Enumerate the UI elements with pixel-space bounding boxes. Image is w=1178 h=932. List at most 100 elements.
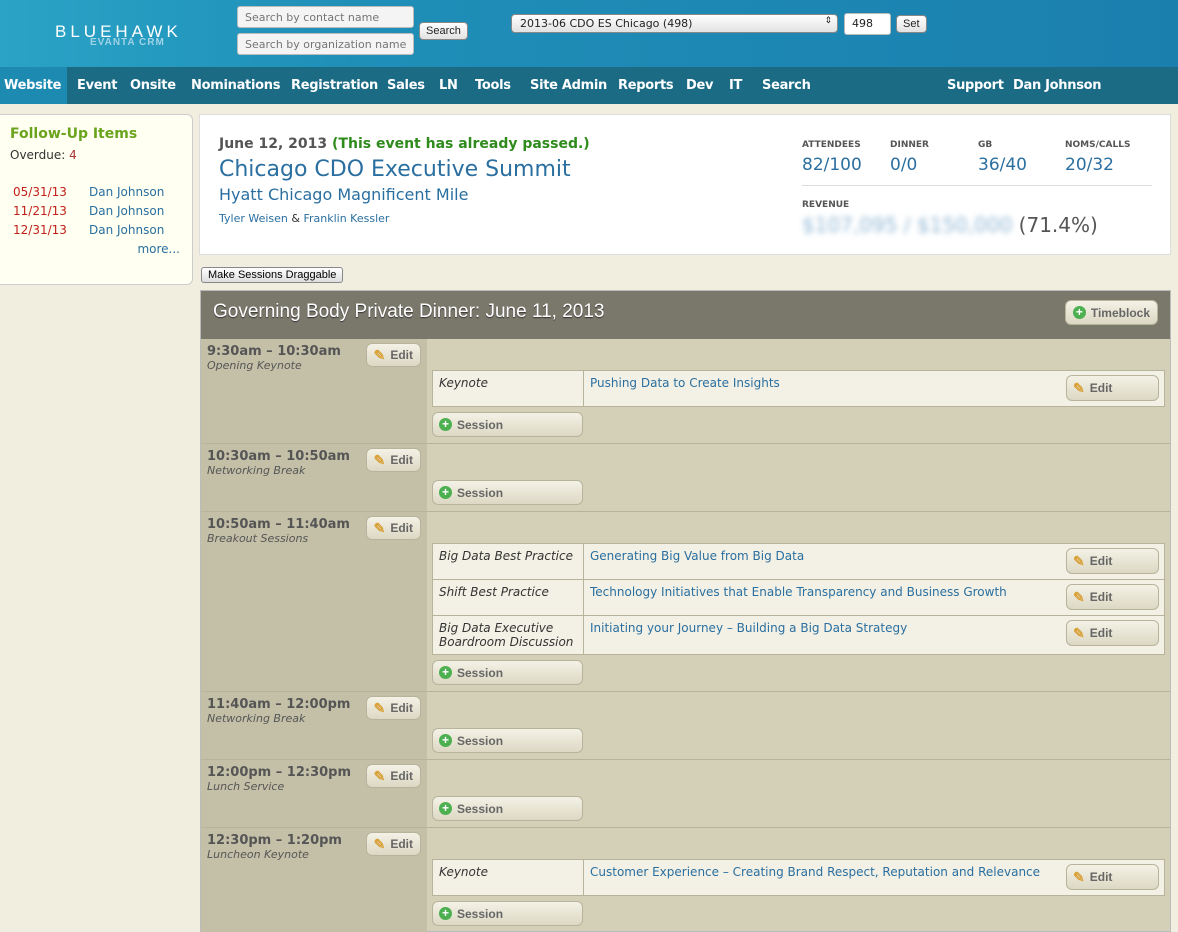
add-session-button[interactable]: + Session	[432, 901, 583, 926]
event-select[interactable]: 2013-06 CDO ES Chicago (498) ⇕	[511, 14, 838, 33]
session-label: Session	[457, 906, 504, 921]
timeblock-info: 11:40am – 12:00pm Networking Break ✎ Edit	[201, 692, 427, 759]
follow-up-title: Follow-Up Items	[10, 126, 138, 142]
edit-session-button[interactable]: ✎ Edit	[1066, 548, 1159, 574]
add-session-button[interactable]: + Session	[432, 728, 583, 753]
event-person-1[interactable]: Tyler Weisen	[219, 212, 288, 225]
session-label: Session	[457, 417, 504, 432]
nav-sales[interactable]: Sales	[387, 67, 425, 104]
plus-icon: +	[439, 418, 452, 431]
nav-website[interactable]: Website	[0, 67, 67, 104]
nav-search[interactable]: Search	[762, 67, 811, 104]
session-table: Keynote Customer Experience – Creating Br…	[432, 859, 1165, 896]
nav-registration[interactable]: Registration	[291, 67, 378, 104]
add-session-button[interactable]: + Session	[432, 480, 583, 505]
make-sessions-draggable-button[interactable]: Make Sessions Draggable	[201, 267, 344, 283]
nav-reports[interactable]: Reports	[618, 67, 674, 104]
nav-event[interactable]: Event	[77, 67, 117, 104]
follow-up-item[interactable]: 12/31/13 Dan Johnson	[13, 221, 164, 240]
session-title-link[interactable]: Initiating your Journey – Building a Big…	[590, 621, 907, 635]
edit-timeblock-button[interactable]: ✎ Edit	[365, 516, 421, 540]
follow-up-date: 11/21/13	[13, 204, 67, 218]
add-timeblock-button[interactable]: + Timeblock	[1064, 300, 1158, 325]
nav-tools[interactable]: Tools	[475, 67, 511, 104]
plus-icon: +	[439, 802, 452, 815]
session-type: Keynote	[432, 859, 584, 896]
follow-up-panel: Follow-Up Items Overdue: 4 05/31/13 Dan J…	[0, 114, 193, 285]
event-venue: Hyatt Chicago Magnificent Mile	[219, 185, 469, 204]
session-type: Big Data Executive Boardroom Discussion	[432, 615, 584, 655]
stats-divider	[802, 185, 1152, 186]
edit-timeblock-button[interactable]: ✎ Edit	[365, 448, 421, 472]
edit-label: Edit	[390, 521, 413, 535]
session-title-link[interactable]: Pushing Data to Create Insights	[590, 376, 780, 390]
session-title-link[interactable]: Generating Big Value from Big Data	[590, 549, 804, 563]
plus-icon: +	[439, 734, 452, 747]
session-table: Keynote Pushing Data to Create Insights ✎ E…	[432, 370, 1165, 407]
event-title: Chicago CDO Executive Summit	[219, 157, 571, 182]
follow-up-date: 05/31/13	[13, 185, 67, 199]
pencil-icon: ✎	[373, 699, 386, 716]
event-person-2[interactable]: Franklin Kessler	[303, 212, 389, 225]
timeblock-sessions: Keynote Pushing Data to Create Insights ✎ E…	[427, 339, 1170, 443]
timeblock: 10:50am – 11:40am Breakout Sessions ✎ Edi…	[201, 511, 1170, 691]
edit-label: Edit	[390, 348, 413, 362]
edit-timeblock-button[interactable]: ✎ Edit	[365, 343, 421, 367]
session-type: Big Data Best Practice	[432, 543, 584, 580]
nav-nominations[interactable]: Nominations	[191, 67, 280, 104]
session-row: Shift Best Practice Technology Initiative…	[432, 579, 1165, 616]
session-row: Big Data Executive Boardroom Discussion I…	[432, 615, 1165, 655]
follow-up-name[interactable]: Dan Johnson	[89, 185, 164, 199]
nav-it[interactable]: IT	[729, 67, 742, 104]
pencil-icon: ✎	[373, 767, 386, 784]
timeblock-info: 10:30am – 10:50am Networking Break ✎ Edit	[201, 444, 427, 511]
event-select-value: 2013-06 CDO ES Chicago (498)	[520, 17, 693, 30]
edit-session-button[interactable]: ✎ Edit	[1066, 584, 1159, 610]
set-button[interactable]: Set	[896, 15, 927, 33]
organization-search-input[interactable]	[237, 33, 414, 55]
contact-search-input[interactable]	[237, 6, 414, 28]
event-date: June 12, 2013	[219, 136, 328, 152]
session-type: Shift Best Practice	[432, 579, 584, 616]
edit-label: Edit	[1089, 870, 1113, 884]
session-row: Keynote Customer Experience – Creating Br…	[432, 859, 1165, 896]
pencil-icon: ✎	[373, 835, 386, 852]
stat-attendees-label: ATTENDEES	[802, 140, 861, 150]
nav-onsite[interactable]: Onsite	[130, 67, 176, 104]
edit-session-button[interactable]: ✎ Edit	[1066, 864, 1159, 890]
timeblock-info: 9:30am – 10:30am Opening Keynote ✎ Edit	[201, 339, 427, 443]
edit-timeblock-button[interactable]: ✎ Edit	[365, 696, 421, 720]
timeblock: 9:30am – 10:30am Opening Keynote ✎ Edit K…	[201, 339, 1170, 443]
timeblock-sessions: + Session	[427, 444, 1170, 511]
add-session-button[interactable]: + Session	[432, 660, 583, 685]
edit-label: Edit	[1089, 626, 1113, 640]
follow-up-name[interactable]: Dan Johnson	[89, 204, 164, 218]
timeblock-sessions: + Session	[427, 760, 1170, 827]
edit-session-button[interactable]: ✎ Edit	[1066, 375, 1159, 401]
search-button[interactable]: Search	[419, 22, 468, 40]
agenda-title: Governing Body Private Dinner: June 11, …	[213, 301, 605, 322]
plus-icon: +	[439, 666, 452, 679]
edit-label: Edit	[390, 837, 413, 851]
follow-up-name[interactable]: Dan Johnson	[89, 223, 164, 237]
follow-up-item[interactable]: 05/31/13 Dan Johnson	[13, 183, 164, 202]
edit-timeblock-button[interactable]: ✎ Edit	[365, 832, 421, 856]
nav-support[interactable]: Support	[947, 67, 1004, 104]
nav-site-admin[interactable]: Site Admin	[530, 67, 607, 104]
revenue-label: REVENUE	[802, 200, 850, 210]
event-id-input[interactable]: 498	[844, 13, 891, 35]
more-link[interactable]: more...	[137, 242, 180, 256]
timeblock: 12:30pm – 1:20pm Luncheon Keynote ✎ Edit …	[201, 827, 1170, 932]
revenue-value-blurred: $107,095 / $150,000	[802, 213, 1013, 237]
nav-dev[interactable]: Dev	[686, 67, 713, 104]
session-row: Keynote Pushing Data to Create Insights ✎ E…	[432, 370, 1165, 407]
follow-up-item[interactable]: 11/21/13 Dan Johnson	[13, 202, 164, 221]
session-title-link[interactable]: Customer Experience – Creating Brand Res…	[590, 865, 1040, 879]
edit-session-button[interactable]: ✎ Edit	[1066, 620, 1159, 646]
nav-user[interactable]: Dan Johnson	[1013, 67, 1102, 104]
session-title-link[interactable]: Technology Initiatives that Enable Trans…	[590, 585, 1007, 599]
add-session-button[interactable]: + Session	[432, 412, 583, 437]
add-session-button[interactable]: + Session	[432, 796, 583, 821]
edit-timeblock-button[interactable]: ✎ Edit	[365, 764, 421, 788]
nav-ln[interactable]: LN	[439, 67, 458, 104]
